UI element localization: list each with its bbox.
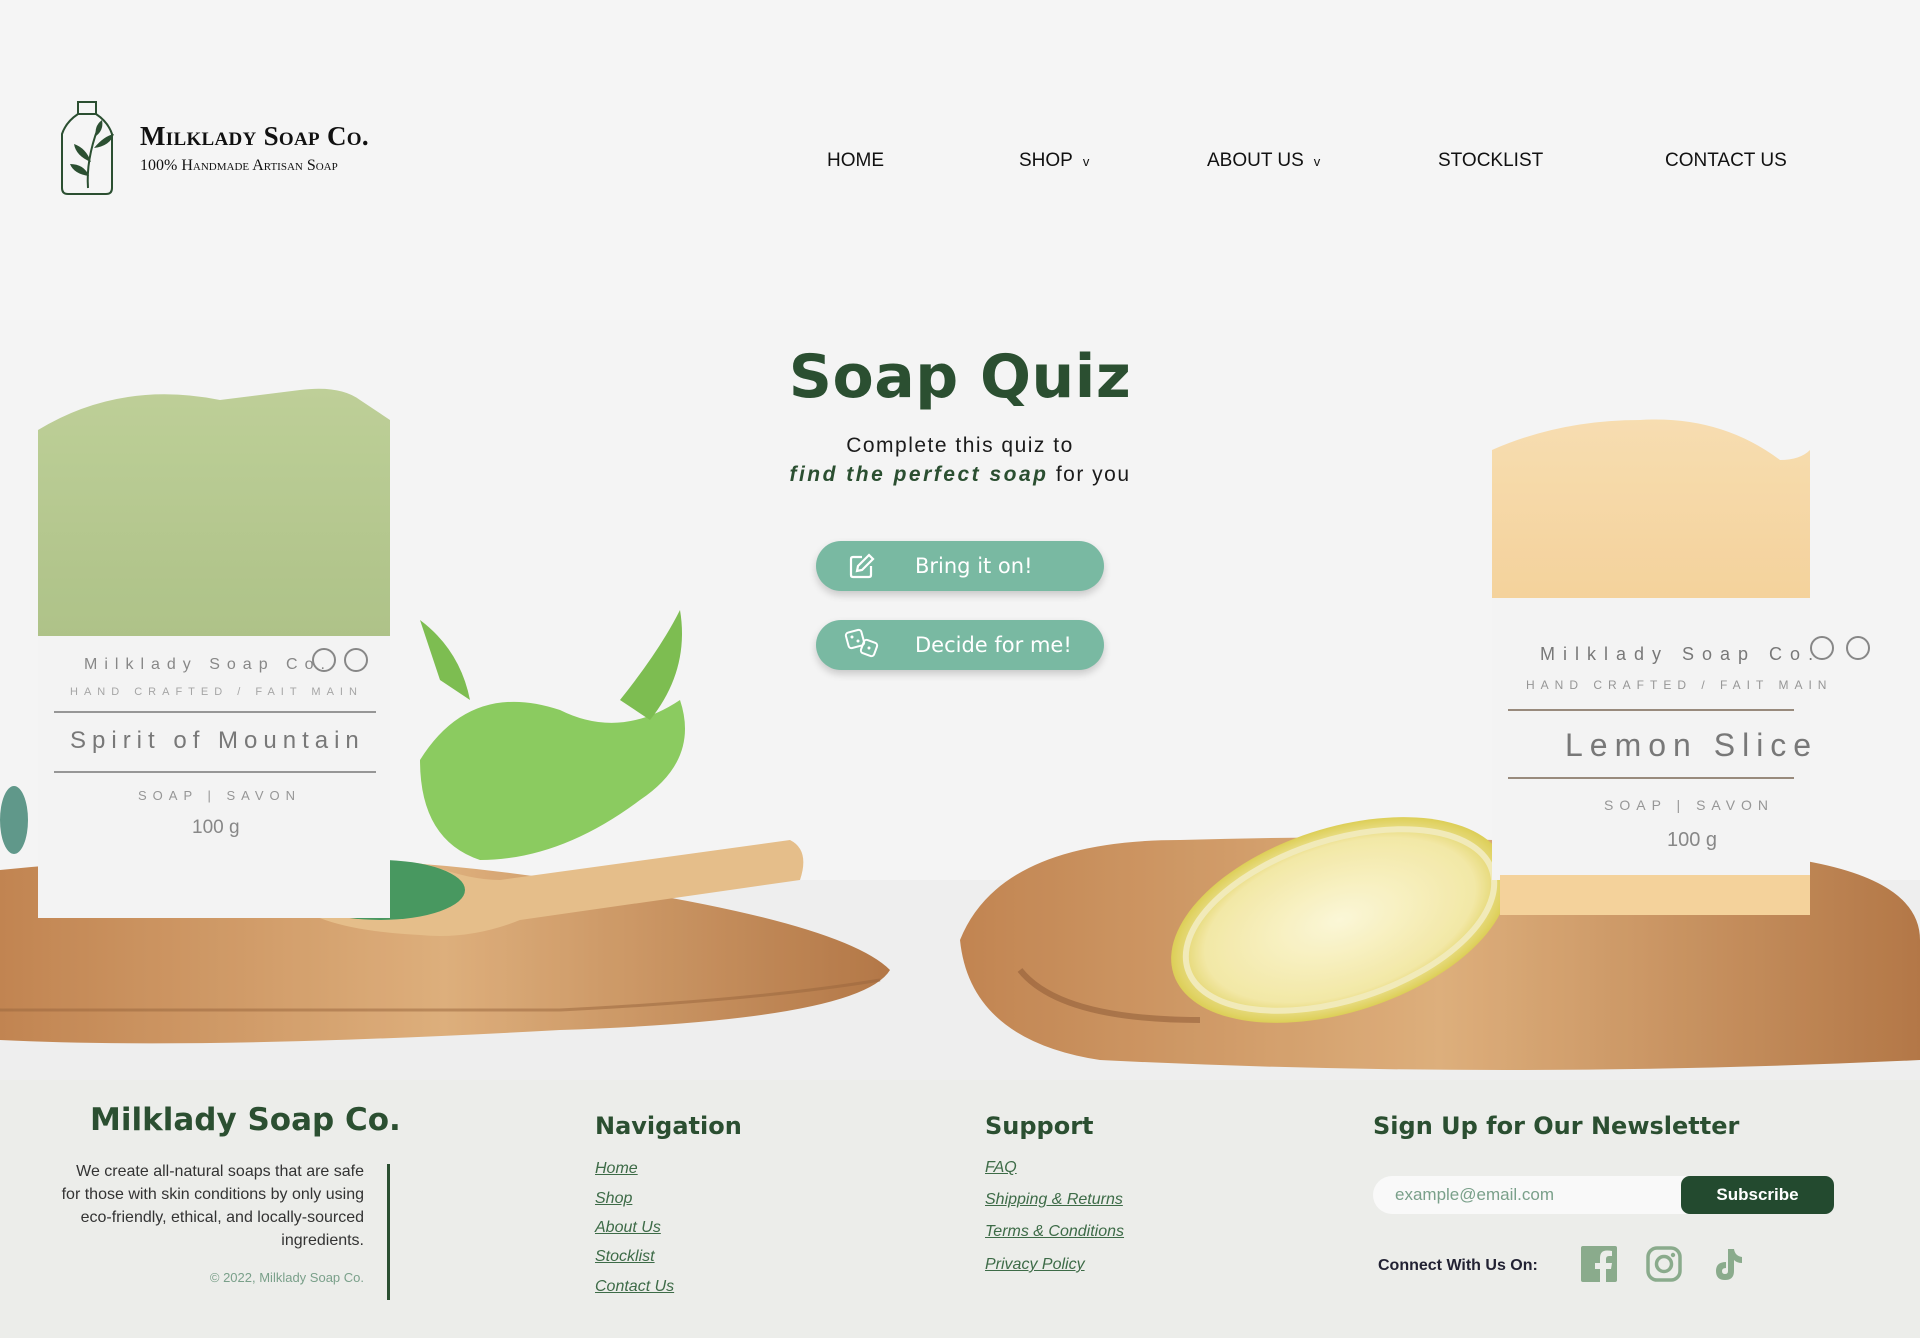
edit-pencil-icon bbox=[849, 553, 875, 579]
instagram-icon[interactable] bbox=[1645, 1245, 1683, 1283]
chevron-down-icon: v bbox=[1313, 153, 1321, 169]
nav-item-contact-us[interactable]: CONTACT US bbox=[1665, 150, 1787, 172]
nav-item-label: HOME bbox=[827, 150, 884, 171]
page-title: Soap Quiz bbox=[788, 342, 1132, 412]
hero-section: Milklady Soap Co. HAND CRAFTED / FAIT MA… bbox=[0, 320, 1920, 1080]
nav-item-stocklist[interactable]: STOCKLIST bbox=[1438, 150, 1543, 172]
dice-icon bbox=[844, 628, 879, 658]
footer-description: We create all-natural soaps that are saf… bbox=[61, 1163, 364, 1249]
bring-it-on-button[interactable]: Bring it on! bbox=[816, 541, 1104, 591]
site-header: Milklady Soap Co. 100% Handmade Artisan … bbox=[0, 0, 1920, 320]
hero-subtitle-line2: find the perfect soap for you bbox=[0, 463, 1920, 487]
soap-bottle-leaf-logo-icon bbox=[61, 101, 114, 195]
facebook-icon[interactable] bbox=[1580, 1245, 1618, 1283]
brand-name: Milklady Soap Co. bbox=[140, 121, 369, 151]
bring-it-on-label: Bring it on! bbox=[915, 554, 1033, 578]
footer-link-faq[interactable]: FAQ bbox=[985, 1159, 1017, 1177]
chevron-down-icon: v bbox=[1082, 153, 1090, 169]
site-footer: Milklady Soap Co. We create all-natural … bbox=[0, 1080, 1920, 1338]
nav-item-label: ABOUT US bbox=[1207, 150, 1304, 171]
nav-item-shop[interactable]: SHOP v bbox=[1019, 150, 1089, 172]
footer-link-about-us[interactable]: About Us bbox=[595, 1219, 661, 1237]
decide-for-me-label: Decide for me! bbox=[915, 633, 1072, 657]
decide-for-me-button[interactable]: Decide for me! bbox=[816, 620, 1104, 670]
footer-support-heading: Support bbox=[985, 1112, 1094, 1140]
hero-subtitle-emphasis: find the perfect soap bbox=[789, 463, 1049, 486]
footer-brand: Milklady Soap Co. bbox=[90, 1102, 401, 1138]
newsletter-email-input[interactable] bbox=[1373, 1176, 1713, 1214]
nav-item-about-us[interactable]: ABOUT US v bbox=[1207, 150, 1320, 172]
connect-label: Connect With Us On: bbox=[1378, 1257, 1538, 1274]
nav-item-home[interactable]: HOME bbox=[827, 150, 884, 172]
footer-link-home[interactable]: Home bbox=[595, 1160, 638, 1178]
nav-item-label: STOCKLIST bbox=[1438, 150, 1544, 171]
footer-copyright: © 2022, Milklady Soap Co. bbox=[209, 1270, 364, 1285]
footer-divider bbox=[387, 1164, 390, 1300]
footer-link-stocklist[interactable]: Stocklist bbox=[595, 1248, 655, 1266]
newsletter-heading: Sign Up for Our Newsletter bbox=[1373, 1112, 1740, 1140]
brand-logo[interactable]: Milklady Soap Co. 100% Handmade Artisan … bbox=[58, 100, 369, 196]
hero-subtitle-line1: Complete this quiz to bbox=[846, 434, 1074, 457]
footer-link-contact-us[interactable]: Contact Us bbox=[595, 1278, 674, 1296]
tiktok-icon[interactable] bbox=[1708, 1245, 1746, 1283]
footer-link-shipping-returns[interactable]: Shipping & Returns bbox=[985, 1191, 1123, 1209]
nav-item-label: CONTACT US bbox=[1665, 150, 1787, 171]
footer-link-terms-conditions[interactable]: Terms & Conditions bbox=[985, 1223, 1124, 1241]
hero-subtitle-rest: for you bbox=[1055, 463, 1131, 486]
main-nav: HOME SHOP v ABOUT US v STOCKLIST CONTACT… bbox=[0, 150, 1920, 178]
footer-link-privacy-policy[interactable]: Privacy Policy bbox=[985, 1256, 1085, 1274]
subscribe-button[interactable]: Subscribe bbox=[1681, 1176, 1834, 1214]
footer-link-shop[interactable]: Shop bbox=[595, 1190, 632, 1208]
nav-item-label: SHOP bbox=[1019, 150, 1073, 171]
footer-navigation-heading: Navigation bbox=[595, 1112, 742, 1140]
